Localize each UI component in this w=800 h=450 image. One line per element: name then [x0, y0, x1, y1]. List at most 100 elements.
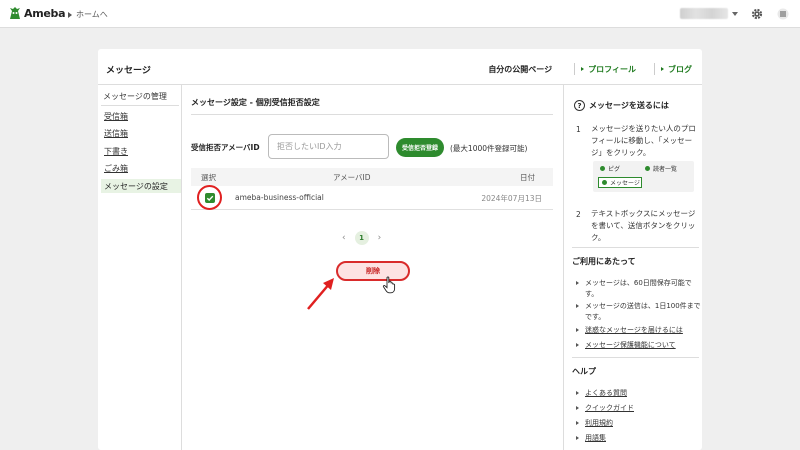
pig-label: ピグ [600, 164, 620, 173]
step-text: メッセージを送りたい人のプロフィールに移動し、「メッセージ」をクリック。 [591, 124, 696, 157]
reader-list-label: 読者一覧 [645, 164, 677, 173]
hand-cursor-icon [382, 276, 396, 294]
header-select: 選択 [201, 173, 216, 182]
usage-section-title: ご利用にあたって [572, 257, 636, 266]
blog-link-label: ブログ [668, 64, 692, 74]
profile-link-label: プロフィール [588, 64, 636, 74]
sidebar-item-inbox[interactable]: 受信箱 [104, 111, 128, 122]
mail-icon [602, 180, 607, 185]
block-id-label: 受信拒否アメーバID [191, 143, 260, 152]
sidebar-item-trash[interactable]: ごみ箱 [104, 163, 128, 174]
step-text: テキストボックスにメッセージを書いて、送信ボタンをクリック。 [591, 209, 696, 242]
message-button-text: メッセージ [610, 180, 640, 187]
home-link[interactable]: ホームへ [68, 9, 108, 20]
page-title: メッセージ [106, 66, 151, 76]
reader-icon [645, 166, 650, 171]
reader-label-text: 読者一覧 [653, 166, 678, 173]
prev-page-icon[interactable]: ‹ [342, 233, 346, 243]
help-title: ? メッセージを送るには [574, 100, 669, 111]
step-number: 2 [576, 210, 581, 219]
gear-icon[interactable] [749, 6, 765, 22]
header-date: 日付 [520, 173, 535, 182]
usage-item: メッセージは、60日間保存可能です。 [576, 278, 701, 300]
next-page-icon[interactable]: › [378, 233, 382, 243]
help-link-text: よくある質問 [585, 389, 627, 397]
public-page-label: 自分の公開ページ [488, 64, 553, 74]
divider [654, 63, 655, 75]
sidebar: メッセージの管理 受信箱 送信箱 下書き ごみ箱 メッセージの設定 [98, 85, 182, 450]
caret-right-icon [576, 421, 579, 425]
usage-item: メッセージの送信は、1日100件までです。 [576, 301, 701, 323]
caret-right-icon [576, 304, 579, 308]
profile-illustration: ピグ 読者一覧 メッセージ [593, 161, 694, 192]
divider [574, 63, 576, 75]
usage-link-text: メッセージ保護機能について [585, 341, 676, 349]
usage-item-text: メッセージは、60日間保存可能です。 [585, 279, 692, 298]
section-title: メッセージ設定 - 個別受信拒否設定 [191, 98, 320, 107]
caret-right-icon [576, 281, 579, 285]
blurred-username [680, 8, 728, 19]
logo-text: Ameba [24, 6, 66, 20]
sidebar-item-message-settings[interactable]: メッセージの設定 [101, 179, 181, 193]
help-column: ? メッセージを送るには 1 メッセージを送りたい人のプロフィールに移動し、「メ… [563, 85, 702, 450]
step-number: 1 [576, 125, 581, 134]
help-section-title: ヘルプ [572, 367, 596, 376]
pig-label-text: ピグ [608, 166, 621, 173]
usage-link[interactable]: 迷惑なメッセージを届けるには [576, 325, 701, 336]
help-link[interactable]: 利用規約 [576, 418, 701, 429]
help-title-label: メッセージを送るには [589, 101, 669, 110]
caret-right-icon [576, 391, 579, 395]
caret-right-icon [68, 11, 72, 18]
red-arrow-annotation [307, 278, 334, 310]
table-header: 選択 アメーバID 日付 [191, 168, 553, 186]
ameba-logo[interactable]: Ameba [8, 6, 66, 20]
top-bar: Ameba ホームへ [0, 0, 800, 28]
chevron-down-icon [732, 11, 738, 16]
ameba-logo-icon [10, 7, 20, 19]
sidebar-item-sent[interactable]: 送信箱 [104, 128, 128, 139]
caret-right-icon [661, 67, 664, 71]
divider [191, 114, 553, 115]
help-link-text: 利用規約 [585, 419, 613, 427]
divider [101, 105, 179, 106]
caret-right-icon [576, 328, 579, 332]
help-link[interactable]: よくある質問 [576, 388, 701, 399]
date-cell: 2024年07月13日 [481, 194, 542, 203]
message-card: メッセージ 自分の公開ページ プロフィール ブログ メッセージの管理 受信箱 送… [98, 49, 702, 450]
caret-right-icon [576, 343, 579, 347]
help-link[interactable]: クイックガイド [576, 403, 701, 414]
caret-right-icon [581, 67, 585, 71]
user-account-menu[interactable] [680, 8, 738, 19]
block-register-button[interactable]: 受信拒否登録 [396, 138, 444, 157]
usage-item-text: メッセージの送信は、1日100件までです。 [585, 302, 701, 321]
block-id-input[interactable] [268, 134, 389, 159]
divider [572, 357, 699, 358]
max-registration-note: (最大1000件登録可能) [450, 144, 528, 153]
top-links: 自分の公開ページ プロフィール ブログ [488, 63, 692, 75]
highlight-circle [197, 185, 222, 210]
table-row: ameba-business-official 2024年07月13日 [191, 185, 553, 210]
profile-link[interactable]: プロフィール [574, 63, 636, 75]
sidebar-heading: メッセージの管理 [103, 92, 167, 101]
header-ameba-id: アメーバID [333, 173, 371, 182]
sidebar-item-drafts[interactable]: 下書き [104, 146, 128, 157]
caret-right-icon [576, 406, 579, 410]
illustration-message-button: メッセージ [598, 177, 642, 188]
usage-link[interactable]: メッセージ保護機能について [576, 340, 701, 351]
pig-icon [600, 166, 605, 171]
help-link[interactable]: 用語集 [576, 433, 701, 444]
home-link-label: ホームへ [76, 10, 108, 19]
menu-icon[interactable] [775, 6, 791, 22]
delete-button[interactable]: 削除 [336, 261, 410, 281]
page-number-current[interactable]: 1 [354, 231, 369, 245]
ameba-id-cell: ameba-business-official [235, 193, 324, 202]
divider [572, 247, 699, 248]
help-link-text: 用語集 [585, 434, 606, 442]
pagination: ‹ 1 › [342, 231, 381, 245]
blog-link[interactable]: ブログ [654, 63, 692, 75]
sidebar-item-label: メッセージの設定 [104, 182, 168, 191]
caret-right-icon [576, 436, 579, 440]
help-link-text: クイックガイド [585, 404, 634, 412]
usage-link-text: 迷惑なメッセージを届けるには [585, 326, 683, 334]
question-icon: ? [574, 100, 585, 111]
